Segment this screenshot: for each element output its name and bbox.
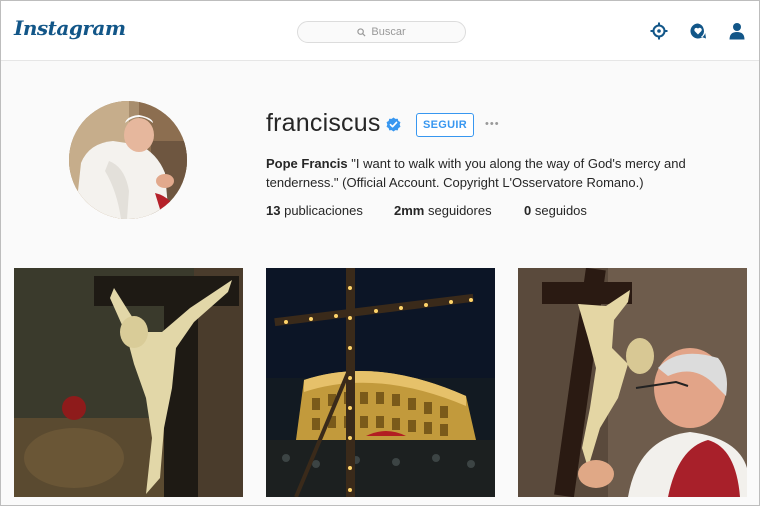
followers-stat[interactable]: 2mm seguidores bbox=[394, 203, 492, 218]
colosseum-night-image bbox=[266, 268, 495, 497]
posts-stat: 13 publicaciones bbox=[266, 203, 363, 218]
activity-icon[interactable] bbox=[689, 22, 707, 40]
follow-button[interactable]: SEGUIR bbox=[416, 113, 474, 137]
following-count: 0 bbox=[524, 203, 532, 218]
instagram-logo[interactable]: Instagram bbox=[14, 16, 126, 40]
posts-count: 13 bbox=[266, 203, 281, 218]
post-thumbnail[interactable] bbox=[266, 268, 495, 497]
pope-kissing-crucifix-image bbox=[518, 268, 747, 497]
explore-icon[interactable] bbox=[650, 22, 668, 40]
search-placeholder: Buscar bbox=[371, 26, 406, 38]
crucifix-image bbox=[14, 268, 243, 497]
profile-full-name: Pope Francis bbox=[266, 156, 348, 171]
following-label: seguidos bbox=[534, 203, 587, 218]
search-input[interactable]: Buscar bbox=[297, 21, 466, 43]
profile-username: franciscus bbox=[266, 109, 381, 137]
post-thumbnail[interactable] bbox=[518, 268, 747, 497]
followers-count: 2mm bbox=[394, 203, 425, 218]
top-navigation-bar: Instagram Buscar bbox=[1, 1, 759, 61]
profile-bio: Pope Francis "I want to walk with you al… bbox=[266, 154, 706, 192]
following-stat[interactable]: 0 seguidos bbox=[524, 203, 587, 218]
more-options-icon[interactable]: ••• bbox=[485, 118, 500, 130]
verified-badge-icon bbox=[386, 117, 401, 132]
posts-label: publicaciones bbox=[284, 203, 363, 218]
post-thumbnail[interactable] bbox=[14, 268, 243, 497]
profile-avatar[interactable] bbox=[69, 101, 187, 219]
search-icon bbox=[357, 27, 366, 37]
followers-label: seguidores bbox=[427, 203, 492, 218]
profile-icon[interactable] bbox=[728, 22, 746, 40]
